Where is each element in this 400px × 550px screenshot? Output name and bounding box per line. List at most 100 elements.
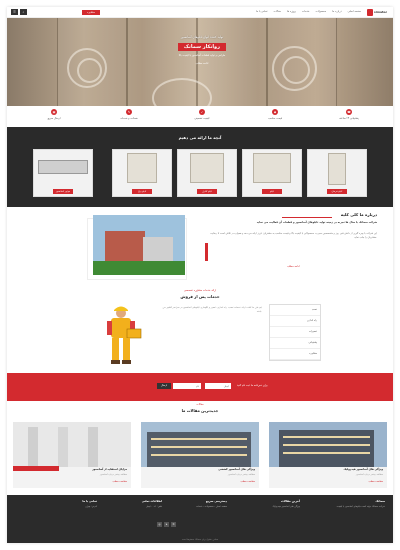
blog-post-link[interactable]: مشاهده مطلب — [369, 480, 383, 483]
decor-swirl — [77, 58, 102, 83]
feature-item: ✓ کیفیت تضمینی — [182, 109, 222, 120]
product-card[interactable]: موتور آسانسور — [33, 149, 93, 197]
nav-item[interactable]: محصولات — [316, 10, 327, 13]
title-underline — [282, 217, 332, 218]
newsletter-email-input[interactable] — [205, 383, 231, 389]
service-item[interactable]: پشتیبانی — [270, 338, 320, 349]
truck-icon: ▣ — [51, 109, 57, 115]
feature-item: ▣ ارسال سریع — [34, 109, 74, 120]
blog-post-excerpt: مطالعه بیشتر درباره آسانسور — [227, 473, 255, 476]
product-card[interactable]: تابلو — [242, 149, 302, 197]
about-section: درباره ما کلی کلیه شرکت سماتک با سال ها … — [7, 207, 393, 287]
service-item[interactable]: مشاوره — [270, 349, 320, 360]
product-card[interactable]: تابلو فرمان — [307, 149, 367, 197]
feature-label: قیمت مناسب — [267, 117, 283, 120]
product-button[interactable]: تابلو فرمان — [327, 189, 347, 194]
blog-post-image — [269, 422, 387, 467]
blog-post-link[interactable]: مشاهده مطلب — [241, 480, 255, 483]
blog-kicker: مقالات — [196, 403, 204, 406]
products-title: آنچه ما ارائه می دهیم — [178, 135, 222, 140]
blog-post-link[interactable]: مشاهده مطلب — [113, 480, 127, 483]
newsletter-send-button[interactable]: ارسال — [157, 383, 171, 389]
search-icon[interactable]: ⌕ — [20, 9, 27, 15]
blog-post-card[interactable]: مزایای استفاده از آسانسور مطالعه بیشتر د… — [13, 422, 131, 488]
hero-content: تولید کننده انواع تابلوهای آسانسور روانک… — [127, 35, 277, 65]
product-card[interactable]: تابلو کنترل — [177, 149, 237, 197]
blog-title: جدیدترین مقالات ما — [181, 408, 219, 413]
product-button[interactable]: موتور آسانسور — [53, 189, 73, 194]
blog-post-excerpt: مطالعه بیشتر درباره آسانسور — [355, 473, 383, 476]
blog-post-card[interactable]: ویژگی های آسانسور کششی مطالعه بیشتر دربا… — [141, 422, 259, 488]
blog-post-card[interactable]: ویژگی های آسانسور هیدرولیک مطالعه بیشتر … — [269, 422, 387, 488]
footer-col-heading: اطلاعات تماس — [141, 499, 162, 503]
hero-title: روانکار سماتک — [177, 43, 227, 51]
worker-illustration — [107, 306, 142, 364]
feature-item: ✎ ضمانت و خدمات — [109, 109, 149, 120]
product-button[interactable]: تابلو — [262, 189, 282, 194]
telegram-icon[interactable]: ➤ — [164, 522, 169, 527]
site-logo[interactable]: simatec — [367, 8, 387, 17]
blog-post-title[interactable]: ویژگی های آسانسور هیدرولیک — [273, 468, 384, 471]
about-lead: شرکت سماتک با سال ها تجربه در زمینه تولی… — [256, 221, 377, 224]
footer-col-text: آدرس: تهران — [85, 505, 97, 508]
nav-item[interactable]: تماس با ما — [256, 10, 268, 13]
building-shape — [143, 237, 173, 263]
menu-icon[interactable]: ☰ — [11, 9, 18, 15]
instagram-icon[interactable]: ◎ — [157, 522, 162, 527]
product-button[interactable]: تابلو برق — [132, 189, 152, 194]
feature-label: ارسال سریع — [47, 117, 61, 120]
footer-col: اطلاعات تماس تلفن: ۰۲۱ - ایمیل — [102, 499, 162, 508]
footer-col-text[interactable]: ویژگی های آسانسور هیدرولیک — [232, 505, 300, 508]
newsletter-label: برای خبرنامه ما ثبت نام کنید — [237, 384, 268, 387]
accent-bar — [205, 243, 208, 261]
lawn-shape — [93, 261, 185, 275]
whatsapp-icon[interactable]: ✆ — [171, 522, 176, 527]
feature-item: ☎ پشتیبانی ۲۴ ساعته — [329, 109, 369, 120]
consult-button[interactable]: مشاوره — [82, 10, 100, 15]
about-building-photo — [93, 215, 185, 275]
hero-description: طراحی و تولید قطعات آسانسور با کیفیت بال… — [178, 54, 226, 57]
product-card[interactable]: تابلو برق — [112, 149, 172, 197]
about-read-more-link[interactable]: ادامه مطلب — [287, 265, 300, 268]
feature-label: پشتیبانی ۲۴ ساعته — [339, 117, 359, 120]
footer-col-text[interactable]: صفحه اصلی - محصولات - خدمات — [167, 505, 227, 508]
hero-banner: تولید کننده انواع تابلوهای آسانسور روانک… — [7, 18, 393, 118]
product-button[interactable]: تابلو کنترل — [197, 189, 217, 194]
blog-post-title[interactable]: ویژگی های آسانسور کششی — [145, 468, 255, 471]
blog-post-title[interactable]: مزایای استفاده از آسانسور — [17, 468, 127, 471]
services-kicker: ارائه خدمات مشاوره تخصصی — [183, 289, 217, 292]
blog-post-excerpt: مطالعه بیشتر درباره آسانسور — [99, 473, 127, 476]
blog-section: مقالات جدیدترین مقالات ما ویژگی های آسان… — [7, 401, 393, 493]
service-item[interactable]: تعمیرات — [270, 327, 320, 338]
features-row: ☎ پشتیبانی ۲۴ ساعته ◆ قیمت مناسب ✓ کیفیت… — [7, 106, 393, 126]
cabinet-shape — [253, 153, 291, 183]
service-item[interactable]: نصب — [270, 305, 320, 316]
nav-item[interactable]: خدمات — [302, 10, 310, 13]
site-footer: سماتک شرکت سماتک تولید کننده تابلوهای آس… — [7, 495, 393, 543]
service-item[interactable]: راه اندازی — [270, 316, 320, 327]
cabinet-shape — [127, 153, 157, 183]
building-shape — [105, 231, 145, 263]
nav-item[interactable]: درباره ما — [332, 10, 342, 13]
copyright-text: تمامی حقوق برای سماتک محفوظ است — [181, 538, 219, 541]
services-list: نصب راه اندازی تعمیرات پشتیبانی مشاوره — [269, 304, 321, 361]
nav-item[interactable]: صفحه اصلی — [348, 10, 361, 13]
site-header: simatec صفحه اصلی درباره ما محصولات خدما… — [7, 7, 393, 18]
social-links: ◎ ➤ ✆ — [157, 522, 176, 527]
newsletter-bar: برای خبرنامه ما ثبت نام کنید ارسال — [7, 373, 393, 401]
nav-item[interactable]: مقالات — [274, 10, 281, 13]
footer-col-text: شرکت سماتک تولید کننده تابلوهای آسانسور … — [336, 505, 385, 508]
blog-post-image — [141, 422, 259, 467]
newsletter-name-input[interactable] — [173, 383, 201, 389]
header-icons: ☰ ⌕ — [11, 9, 27, 15]
feature-label: ضمانت و خدمات — [120, 117, 138, 120]
cabinet-shape — [328, 153, 346, 185]
footer-col-text: تلفن: ۰۲۱ - ایمیل — [145, 505, 162, 508]
footer-col-heading: سماتک — [375, 499, 385, 503]
footer-col-heading: تماس با ما — [82, 499, 97, 503]
logo-mark-icon — [367, 9, 373, 16]
logo-text: simatec — [374, 10, 388, 14]
hero-read-more-link[interactable]: ادامه مطلب — [127, 62, 277, 65]
nav-item[interactable]: پروژه ها — [287, 10, 296, 13]
product-image — [113, 150, 171, 186]
